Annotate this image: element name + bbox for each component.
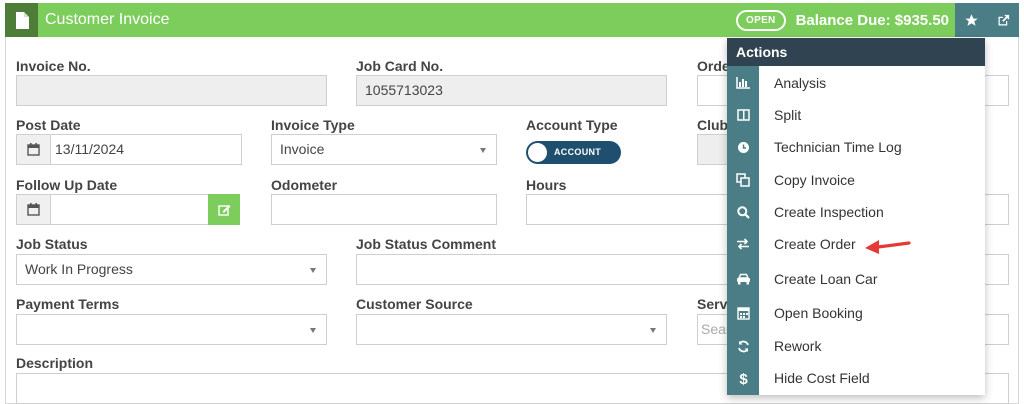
menu-item-technician-time-log[interactable]: Technician Time Log [727,133,985,161]
menu-item-label: Create Loan Car [774,271,878,287]
hours-label: Hours [526,177,567,193]
job-status-label: Job Status [16,236,88,252]
calendar-icon [27,143,40,156]
menu-item-hide-cost-field[interactable]: $ Hide Cost Field [727,364,985,392]
follow-up-edit-button[interactable] [208,194,240,225]
calendar-icon [727,299,759,327]
annotation-arrow-icon [865,240,911,254]
popout-button[interactable] [987,3,1019,37]
account-type-toggle[interactable]: ACCOUNT [526,141,621,164]
job-status-select[interactable]: Work In Progress [16,254,327,285]
post-date-label: Post Date [16,117,81,133]
document-icon [15,11,29,29]
club-label: Club [697,117,729,133]
follow-up-date-label: Follow Up Date [16,177,118,193]
copy-icon [727,166,759,194]
payment-terms-select[interactable] [16,314,327,345]
actions-menu: Actions Analysis Split Technician Time L… [727,38,985,395]
exchange-icon [727,230,759,258]
invoice-type-select[interactable]: Invoice [271,134,497,165]
post-date-input[interactable]: 13/11/2024 [50,134,242,165]
customer-source-select[interactable] [356,314,667,345]
page-title: Customer Invoice [45,11,170,28]
status-badge: OPEN [736,9,786,31]
balance-due: Balance Due: $935.50 [795,11,949,29]
menu-item-label: Rework [774,338,822,354]
menu-item-label: Open Booking [774,305,863,321]
invoice-type-label: Invoice Type [271,117,355,133]
svg-text:$: $ [739,371,748,386]
serv-label: Serv [697,296,728,312]
dollar-icon: $ [727,364,759,392]
menu-item-analysis[interactable]: Analysis [727,69,985,97]
external-link-icon [998,14,1009,25]
odometer-input[interactable] [271,194,497,225]
search-icon [727,198,759,226]
actions-menu-title: Actions [727,38,985,66]
menu-item-create-inspection[interactable]: Create Inspection [727,198,985,226]
menu-item-label: Split [774,107,802,123]
menu-item-label: Technician Time Log [774,139,902,155]
star-icon [964,13,978,26]
payment-terms-label: Payment Terms [16,296,120,312]
menu-item-rework[interactable]: Rework [727,332,985,360]
menu-item-open-booking[interactable]: Open Booking [727,299,985,327]
menu-item-split[interactable]: Split [727,101,985,129]
toggle-knob [528,143,547,162]
bar-chart-icon [727,69,759,97]
post-date-calendar-button[interactable] [16,134,51,165]
account-type-label: Account Type [526,117,618,133]
menu-item-label: Analysis [774,75,827,91]
odometer-label: Odometer [271,177,338,193]
customer-source-label: Customer Source [356,296,473,312]
invoice-no-field[interactable] [16,75,327,106]
columns-icon [727,101,759,129]
menu-item-label: Create Inspection [774,204,884,220]
actions-menu-list: Analysis Split Technician Time Log Copy … [727,66,985,395]
favorite-button[interactable] [955,3,987,37]
toggle-label: ACCOUNT [554,147,602,157]
menu-item-create-order[interactable]: Create Order [727,230,985,258]
clock-icon [727,133,759,161]
follow-up-calendar-button[interactable] [16,194,51,225]
description-label: Description [16,355,94,371]
car-icon [727,265,759,293]
edit-icon [217,205,230,216]
follow-up-date-input[interactable] [50,194,209,225]
menu-item-label: Create Order [774,236,856,252]
calendar-icon [27,203,40,216]
job-card-no-field[interactable]: 1055713023 [356,75,667,106]
invoice-no-label: Invoice No. [16,58,91,74]
document-button[interactable] [5,3,38,37]
menu-item-label: Copy Invoice [774,172,855,188]
menu-item-label: Hide Cost Field [774,370,870,386]
menu-item-create-loan-car[interactable]: Create Loan Car [727,265,985,293]
invoice-header-bar: Customer Invoice OPEN Balance Due: $935.… [5,3,1019,37]
job-card-no-label: Job Card No. [356,58,444,74]
refresh-icon [727,332,759,360]
order-label: Orde [697,58,730,74]
job-status-comment-label: Job Status Comment [356,236,497,252]
menu-item-copy-invoice[interactable]: Copy Invoice [727,166,985,194]
